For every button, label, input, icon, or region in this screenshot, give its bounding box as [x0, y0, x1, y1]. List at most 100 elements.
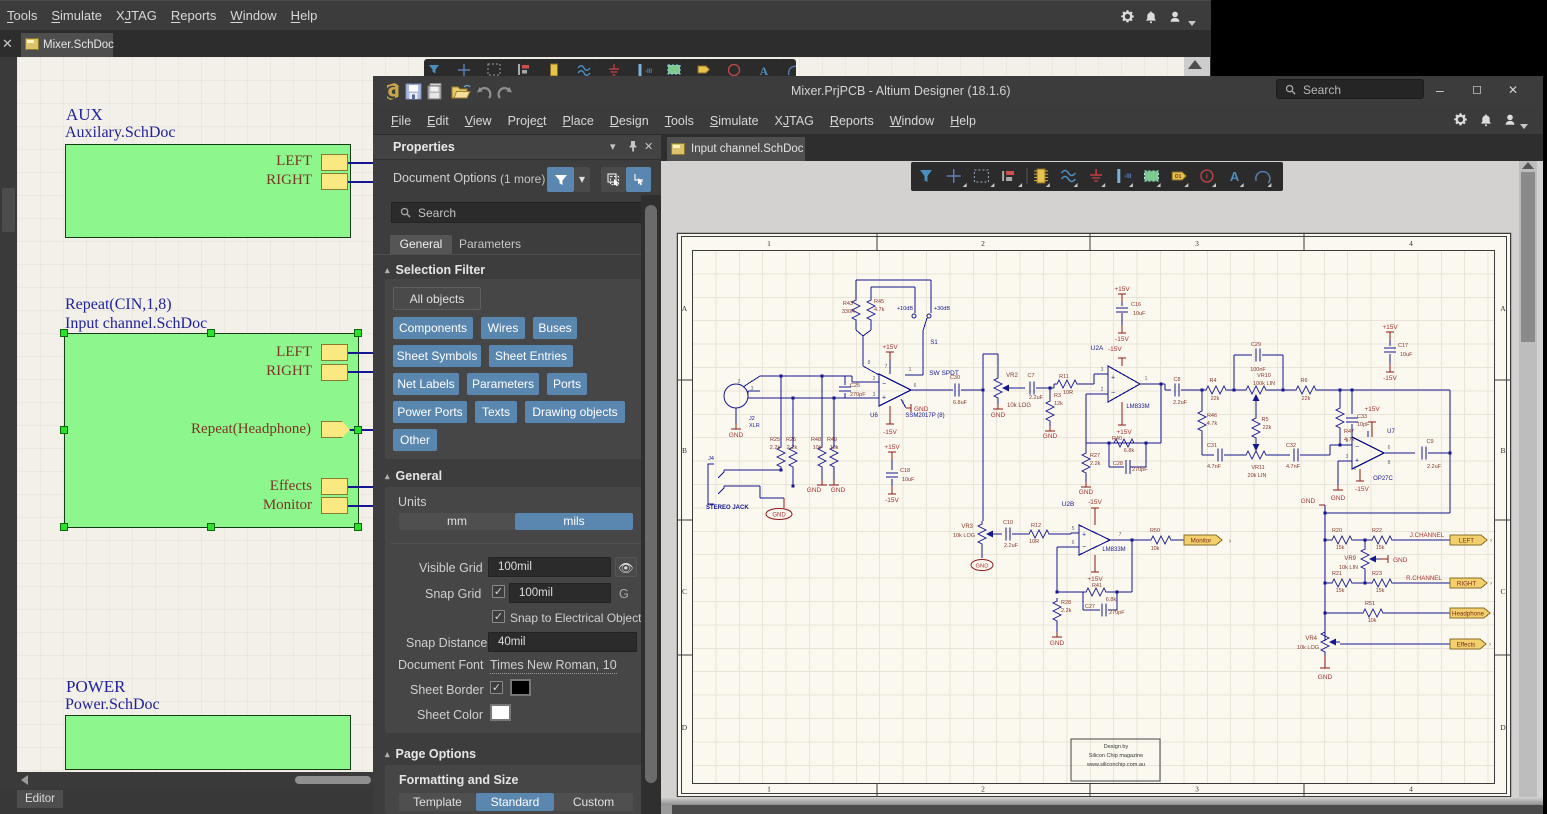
- svg-text:+15V: +15V: [1087, 576, 1103, 583]
- svg-text:C32: C32: [1286, 443, 1296, 449]
- svg-text:GND: GND: [991, 412, 1006, 419]
- svg-text:S1: S1: [930, 340, 938, 346]
- svg-text:2: 2: [981, 785, 985, 794]
- svg-text:4.7nF: 4.7nF: [1207, 464, 1222, 470]
- svg-text:+: +: [1111, 375, 1115, 382]
- svg-text:6.8k: 6.8k: [1124, 448, 1135, 454]
- svg-text:-15V: -15V: [885, 497, 899, 504]
- svg-text:20k LIN: 20k LIN: [1248, 473, 1267, 479]
- svg-text:2.2k: 2.2k: [770, 445, 781, 451]
- svg-text:12k: 12k: [1054, 401, 1063, 407]
- svg-text:15k: 15k: [1376, 545, 1385, 551]
- svg-text:R22: R22: [1372, 528, 1382, 534]
- svg-text:10k LOG: 10k LOG: [1007, 403, 1031, 409]
- svg-text:R25: R25: [770, 437, 780, 443]
- svg-text:C10: C10: [1003, 520, 1013, 526]
- svg-text:U2A: U2A: [1091, 345, 1104, 352]
- svg-text:R48: R48: [811, 437, 821, 443]
- svg-text:2: 2: [738, 379, 741, 385]
- svg-text:GND: GND: [831, 487, 846, 494]
- svg-text:-III: -III: [1124, 174, 1131, 180]
- svg-text:Monitor: Monitor: [1191, 537, 1212, 544]
- svg-text:VR11: VR11: [1251, 465, 1264, 471]
- svg-text:-15V: -15V: [1383, 375, 1397, 382]
- svg-text:B: B: [1500, 446, 1505, 455]
- svg-text:+15V: +15V: [884, 444, 900, 451]
- svg-text:R20: R20: [1332, 528, 1342, 534]
- svg-text:D: D: [682, 723, 688, 732]
- svg-text:22k: 22k: [1211, 396, 1220, 402]
- svg-text:270pF: 270pF: [1132, 467, 1148, 473]
- svg-text:4: 4: [1409, 785, 1413, 794]
- svg-text:100nF: 100nF: [1250, 367, 1266, 373]
- svg-text:10k LOG: 10k LOG: [1297, 645, 1319, 651]
- svg-text:A: A: [1230, 169, 1240, 184]
- svg-text:270pF: 270pF: [850, 392, 866, 398]
- svg-text:5: 5: [902, 400, 905, 406]
- svg-text:›: ›: [1489, 642, 1491, 648]
- svg-text:-15V: -15V: [1088, 499, 1102, 506]
- svg-text:6.8uF: 6.8uF: [953, 400, 968, 406]
- svg-text:C30: C30: [950, 375, 960, 381]
- svg-text:3: 3: [1195, 785, 1199, 794]
- svg-text:2.2uF: 2.2uF: [1173, 400, 1188, 406]
- svg-text:www.siliconchip.com.au: www.siliconchip.com.au: [1086, 762, 1145, 768]
- svg-text:10pF: 10pF: [1357, 422, 1370, 428]
- svg-text:6: 6: [1072, 540, 1075, 546]
- svg-text:GND: GND: [1331, 495, 1346, 502]
- svg-text:R4: R4: [1209, 378, 1216, 384]
- svg-text:C: C: [1500, 587, 1505, 596]
- svg-text:-15V: -15V: [1108, 346, 1122, 353]
- svg-text:GND: GND: [807, 487, 822, 494]
- svg-text:22k: 22k: [1263, 425, 1272, 431]
- svg-text:+30dB: +30dB: [934, 306, 950, 312]
- svg-text:VR4: VR4: [1305, 636, 1317, 642]
- svg-text:R50: R50: [1150, 528, 1160, 534]
- svg-text:15k: 15k: [1336, 588, 1345, 594]
- svg-text:10k: 10k: [813, 445, 822, 451]
- svg-text:10k: 10k: [1151, 546, 1160, 552]
- svg-text:Design by: Design by: [1104, 744, 1129, 750]
- svg-text:VR10: VR10: [1257, 373, 1271, 379]
- svg-text:2.2uF: 2.2uF: [1004, 543, 1019, 549]
- svg-text:1: 1: [767, 785, 771, 794]
- svg-text:+15V: +15V: [1114, 286, 1130, 293]
- svg-text:RIGHT: RIGHT: [1457, 580, 1476, 587]
- svg-text:6: 6: [914, 383, 917, 389]
- svg-text:270pF: 270pF: [1109, 610, 1125, 616]
- svg-text:B: B: [682, 446, 687, 455]
- svg-text:C29: C29: [1251, 342, 1261, 348]
- svg-text:3: 3: [1101, 367, 1104, 373]
- svg-text:STEREO JACK: STEREO JACK: [706, 505, 749, 511]
- svg-text:C31: C31: [1207, 443, 1217, 449]
- svg-text:3: 3: [873, 392, 876, 398]
- svg-text:C25: C25: [850, 383, 860, 389]
- svg-text:2.2k: 2.2k: [1061, 608, 1072, 614]
- svg-text:2.2k: 2.2k: [1090, 461, 1101, 467]
- svg-text:R47: R47: [1344, 429, 1354, 435]
- svg-text:5: 5: [1072, 526, 1075, 532]
- svg-text:2.2uF: 2.2uF: [1029, 395, 1044, 401]
- svg-text:8: 8: [1388, 460, 1391, 466]
- svg-text:VR2: VR2: [1006, 373, 1018, 379]
- svg-text:2: 2: [1101, 387, 1104, 393]
- svg-text:R.CHANNEL: R.CHANNEL: [1406, 575, 1442, 582]
- svg-text:4.7k: 4.7k: [874, 307, 885, 313]
- svg-text:−: −: [1111, 390, 1115, 397]
- svg-text:1: 1: [767, 239, 771, 248]
- svg-text:R21: R21: [1332, 571, 1342, 577]
- svg-text:10R: 10R: [1029, 539, 1039, 545]
- svg-text:4: 4: [1409, 239, 1413, 248]
- svg-text:+10dB: +10dB: [897, 306, 913, 312]
- svg-text:3: 3: [751, 386, 754, 392]
- svg-text:R28: R28: [1061, 600, 1071, 606]
- svg-text:›: ›: [1493, 611, 1495, 617]
- svg-text:15k: 15k: [1376, 588, 1385, 594]
- svg-text:C: C: [682, 587, 687, 596]
- svg-text:R45: R45: [874, 299, 884, 305]
- svg-text:OP27C: OP27C: [1373, 476, 1393, 482]
- svg-text:7: 7: [1119, 532, 1122, 538]
- svg-text:-15V: -15V: [1115, 336, 1129, 343]
- svg-text:U2B: U2B: [1062, 501, 1075, 508]
- svg-text:R26: R26: [786, 437, 796, 443]
